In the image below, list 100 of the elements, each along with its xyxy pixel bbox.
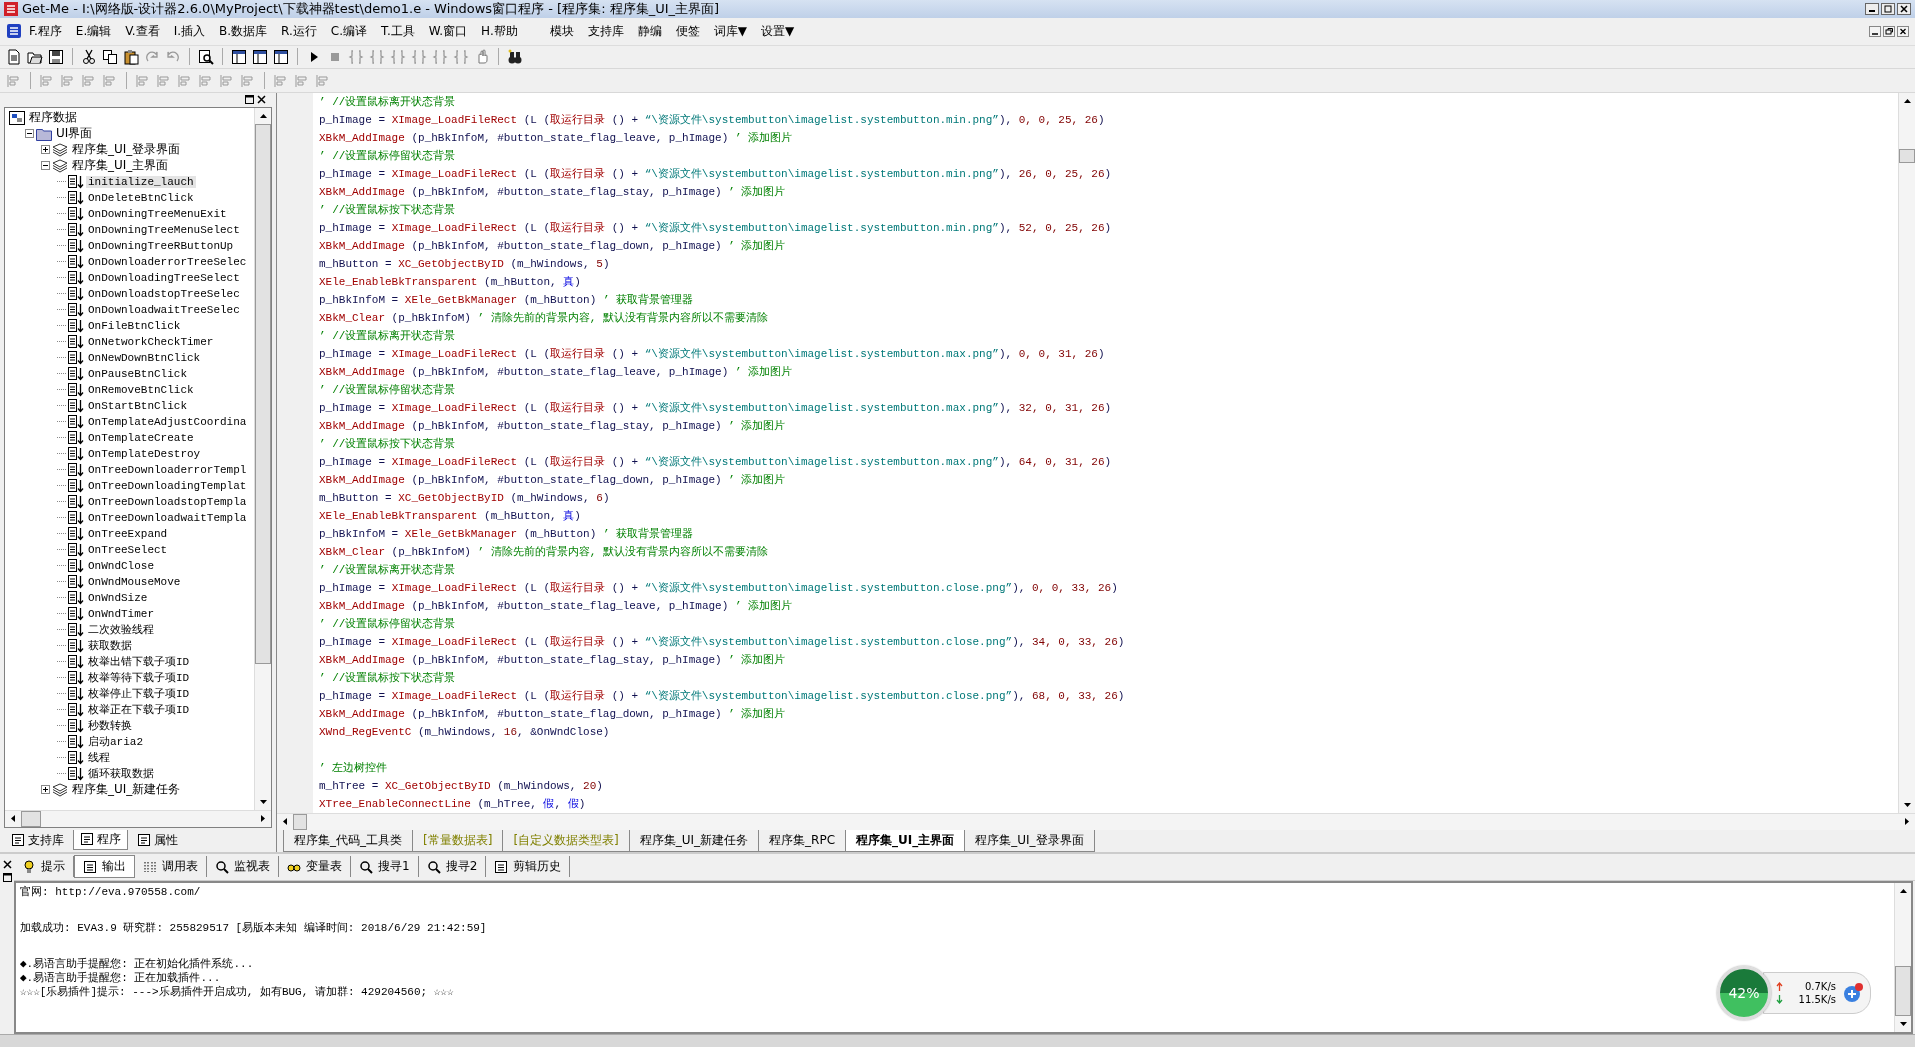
panel-tab[interactable]: 变量表 (279, 856, 351, 878)
close-icon[interactable] (257, 95, 266, 105)
tree-item[interactable]: OnRemoveBtnClick (86, 383, 196, 396)
tree-item[interactable]: 程序集_UI_登录界面 (70, 141, 183, 159)
tree-item[interactable]: OnTreeDownloadwaitTempla (86, 511, 249, 524)
new-file-icon[interactable] (6, 48, 22, 65)
expander-icon[interactable] (41, 145, 50, 155)
tree-item[interactable]: 获取数据 (86, 638, 134, 654)
menu-item[interactable]: V.查看 (118, 22, 167, 40)
tree-item[interactable]: OnTreeExpand (86, 527, 170, 540)
scissors-icon[interactable] (81, 48, 97, 65)
menu-item[interactable]: I.插入 (166, 22, 213, 40)
restore-icon[interactable] (2, 872, 12, 882)
maximize-icon[interactable] (1881, 3, 1895, 15)
layout-icon[interactable] (273, 48, 289, 65)
panel-tab[interactable]: 搜寻1 (351, 856, 419, 878)
expander-icon[interactable] (25, 129, 34, 139)
tree-item[interactable]: 枚举出错下载子项ID (86, 654, 192, 670)
panel-tab[interactable]: 监视表 (207, 856, 279, 878)
menu-item[interactable]: R.运行 (274, 22, 324, 40)
tree-item[interactable]: OnTreeDownloadingTemplat (86, 479, 249, 492)
tree-item[interactable]: 枚举停止下载子项ID (86, 686, 192, 702)
scrollbar[interactable] (254, 107, 271, 810)
paste-icon[interactable] (123, 48, 139, 65)
tree-item[interactable]: OnTemplateDestroy (86, 447, 203, 460)
panel-tab[interactable]: 输出 (74, 855, 135, 879)
scroll-up-icon[interactable] (259, 113, 267, 118)
tree-item[interactable]: OnWndTimer (86, 607, 156, 620)
minimize-icon[interactable] (1865, 3, 1879, 15)
tree-item[interactable]: OnTemplateAdjustCoordina (86, 415, 249, 428)
tree-item[interactable]: OnWndSize (86, 591, 150, 604)
menu-item[interactable]: 词库▼ (706, 22, 754, 40)
scroll-up-icon[interactable] (1899, 888, 1907, 893)
tree-item[interactable]: OnTreeDownloaderrorTempl (86, 463, 249, 476)
tree-item[interactable]: OnNewDownBtnClick (86, 351, 203, 364)
scroll-thumb[interactable] (21, 810, 41, 827)
tree-item[interactable]: OnTreeDownloadstopTempla (86, 495, 249, 508)
scroll-thumb[interactable] (293, 813, 307, 830)
tree-item[interactable]: OnFileBtnClick (86, 319, 183, 332)
tree-item[interactable]: 二次效验线程 (86, 622, 156, 638)
minimize-icon[interactable] (1869, 25, 1881, 37)
close-icon[interactable] (1897, 25, 1909, 37)
scrollbar[interactable] (1894, 882, 1911, 1033)
tree-item[interactable]: 程序数据 (27, 109, 79, 127)
menu-item[interactable]: T.工具 (374, 22, 422, 40)
tree-item[interactable]: UI界面 (54, 125, 95, 143)
tree-item[interactable]: OnWndMouseMove (86, 575, 183, 588)
scroll-thumb[interactable] (1899, 148, 1915, 163)
scroll-left-icon[interactable] (283, 818, 287, 826)
tree-item[interactable]: OnDownloadwaitTreeSelec (86, 303, 242, 316)
tree-item[interactable]: 循环获取数据 (86, 766, 156, 782)
panel-tab[interactable]: 剪辑历史 (486, 856, 571, 878)
tree-item[interactable]: OnWndClose (86, 559, 156, 572)
panel-tab[interactable]: 搜寻2 (418, 856, 487, 878)
plus-icon[interactable] (1842, 982, 1864, 1005)
panel-tab[interactable]: 程序 (73, 829, 128, 850)
scroll-left-icon[interactable] (11, 815, 15, 823)
menu-item[interactable]: F.程序 (22, 22, 69, 40)
scroll-down-icon[interactable] (1903, 802, 1911, 807)
editor-tab[interactable]: 程序集_UI_登录界面 (964, 829, 1095, 852)
tree-item[interactable]: 启动aria2 (86, 734, 145, 750)
scroll-thumb[interactable] (255, 123, 271, 664)
tree-item[interactable]: 程序集_UI_主界面 (70, 157, 171, 175)
tree-item[interactable]: OnDownloadingTreeSelect (86, 271, 242, 284)
restore-icon[interactable] (245, 95, 254, 105)
menu-item[interactable]: W.窗口 (421, 22, 475, 40)
close-icon[interactable] (2, 859, 12, 869)
menu-item[interactable]: 便签 (668, 22, 707, 40)
tree-item[interactable]: OnDowningTreeMenuExit (86, 207, 229, 220)
expander-icon[interactable] (41, 161, 50, 171)
tree-item[interactable]: OnTreeSelect (86, 543, 170, 556)
menu-item[interactable]: 支持库 (580, 22, 631, 40)
tree-item[interactable]: OnDownloaderrorTreeSelec (86, 255, 249, 268)
layout-icon[interactable] (231, 48, 247, 65)
tree-item[interactable]: 枚举正在下载子项ID (86, 702, 192, 718)
find-icon[interactable] (198, 48, 214, 65)
tree-item[interactable]: 枚举等待下载子项ID (86, 670, 192, 686)
save-icon[interactable] (48, 48, 64, 65)
menu-item[interactable]: 静编 (630, 22, 669, 40)
menu-item[interactable]: C.编译 (323, 22, 375, 40)
binoculars-icon[interactable] (507, 48, 523, 65)
tree-item[interactable]: OnTemplateCreate (86, 431, 196, 444)
editor-tab[interactable]: 程序集_UI_主界面 (845, 829, 966, 852)
tree-item[interactable]: OnDowningTreeRButtonUp (86, 239, 236, 252)
expander-icon[interactable] (41, 785, 50, 795)
scroll-right-icon[interactable] (1905, 818, 1909, 826)
menu-item[interactable]: H.帮助 (474, 22, 525, 40)
panel-tab[interactable]: 调用表 (135, 856, 207, 878)
scrollbar[interactable] (1898, 92, 1915, 813)
tree-item[interactable]: OnPauseBtnClick (86, 367, 190, 380)
tree-item[interactable]: 秒数转换 (86, 718, 134, 734)
restore-icon[interactable] (1883, 25, 1895, 37)
scroll-right-icon[interactable] (261, 815, 265, 823)
tree-item[interactable]: 程序集_UI_新建任务 (70, 781, 183, 799)
close-icon[interactable] (1897, 3, 1911, 15)
menu-item[interactable]: B.数据库 (212, 22, 275, 40)
scrollbar[interactable] (5, 809, 271, 827)
tree-item[interactable]: OnDeleteBtnClick (86, 191, 196, 204)
tree-item[interactable]: 线程 (86, 750, 112, 766)
tree-item[interactable]: OnStartBtnClick (86, 399, 190, 412)
